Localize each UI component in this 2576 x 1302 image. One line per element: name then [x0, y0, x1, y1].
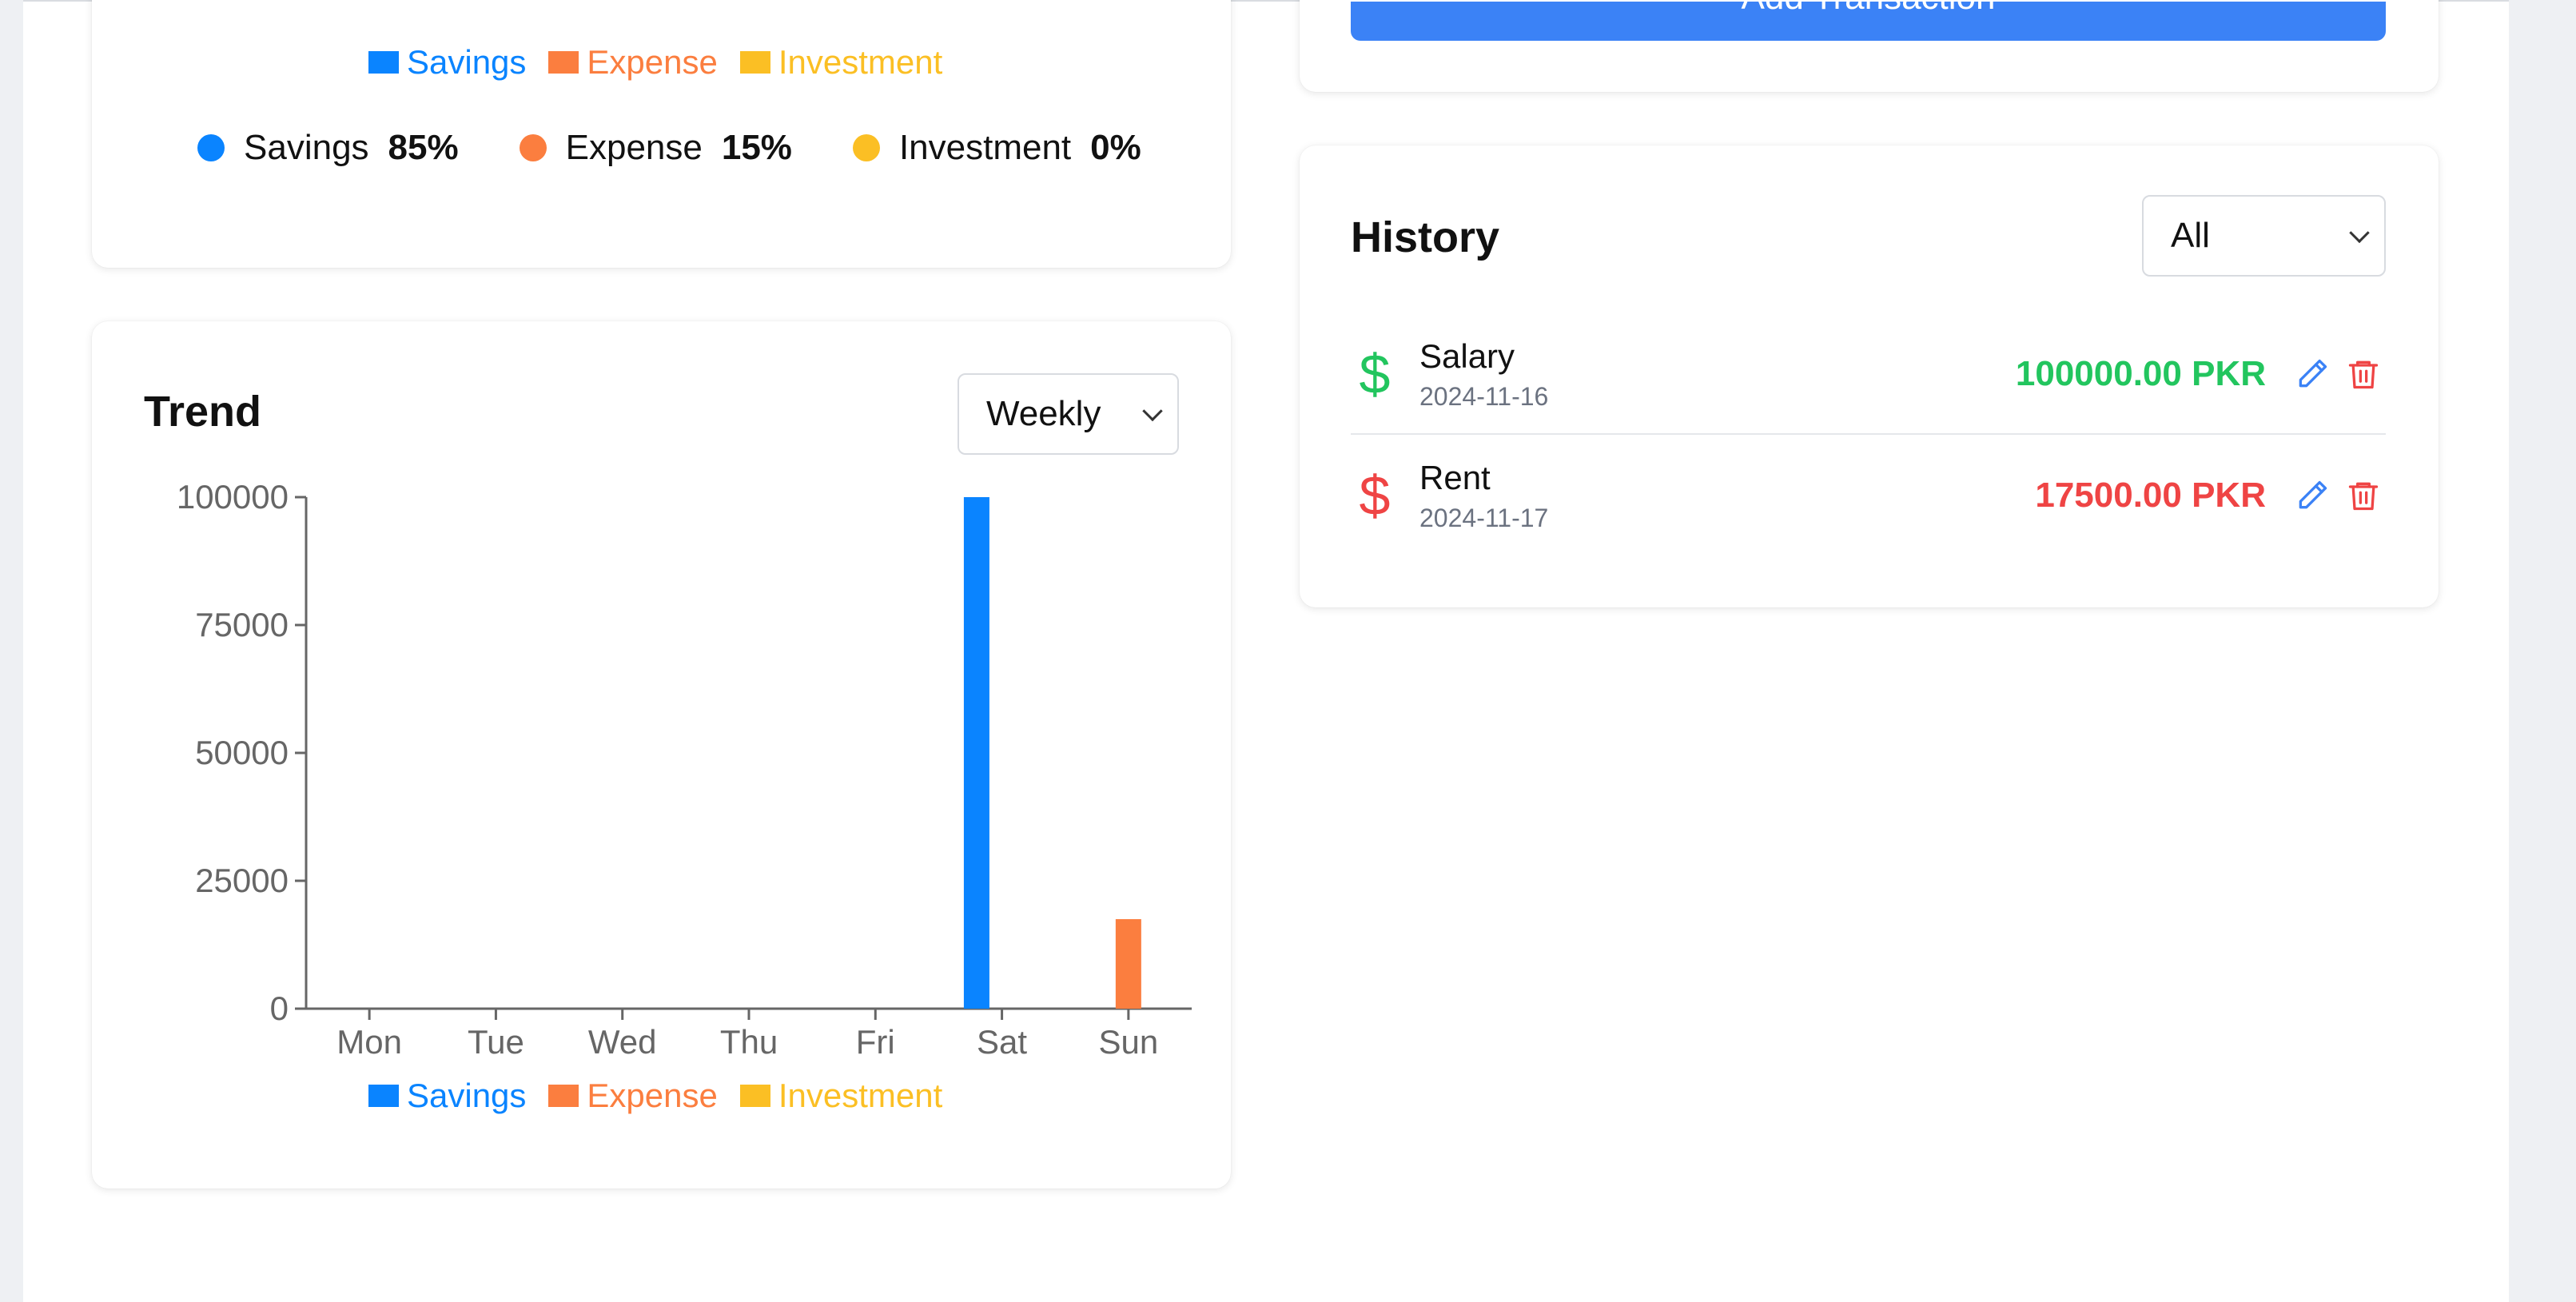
legend-item-savings[interactable]: Savings — [368, 1077, 526, 1115]
history-card: History All $ Salary 2024-11-16 100000.0… — [1300, 145, 2439, 607]
legend-item-savings[interactable]: Savings — [368, 43, 526, 82]
pct-label: Savings — [244, 128, 369, 167]
transaction-amount: 100000.00 PKR — [2015, 354, 2266, 393]
pct-item-expense: Expense 15% — [519, 128, 792, 168]
chevron-down-icon — [2349, 222, 2370, 244]
add-transaction-button[interactable]: Add Transaction — [1351, 2, 2386, 41]
add-transaction-card: Add Transaction — [1300, 0, 2439, 92]
trend-legend: Savings Expense Investment — [368, 1077, 942, 1115]
dollar-icon: $ — [1359, 464, 1391, 527]
legend-label: Expense — [587, 43, 718, 81]
legend-item-investment[interactable]: Investment — [739, 1077, 943, 1115]
legend-swatch-investment — [739, 51, 770, 74]
y-tick-label: 50000 — [195, 734, 289, 771]
investment-dot-icon — [852, 134, 880, 161]
savings-dot-icon — [197, 134, 225, 161]
page: Savings Expense Investment Savings 85% E… — [23, 0, 2509, 1302]
legend-label: Investment — [778, 1077, 943, 1114]
history-title: History — [1351, 213, 1500, 261]
y-tick-label: 25000 — [195, 862, 289, 899]
pct-value: 85% — [388, 128, 459, 167]
bar-savings-sat — [963, 497, 989, 1009]
x-tick-label: Tue — [468, 1023, 524, 1061]
transaction-text: Rent 2024-11-17 — [1419, 459, 1548, 533]
legend-label: Expense — [587, 1077, 718, 1114]
legend-label: Investment — [778, 43, 943, 81]
transaction-text: Salary 2024-11-16 — [1419, 337, 1548, 412]
x-tick-label: Sat — [977, 1023, 1027, 1061]
y-tick-label: 0 — [270, 989, 289, 1027]
legend-label: Savings — [407, 43, 527, 81]
trend-card: Trend Weekly 0 25000 50000 75000 100000 Mon Tu… — [92, 321, 1231, 1189]
y-tick-label: 75000 — [195, 606, 289, 643]
legend-label: Savings — [407, 1077, 527, 1114]
trash-icon[interactable] — [2341, 352, 2386, 396]
legend-item-expense[interactable]: Expense — [548, 1077, 718, 1115]
x-tick-label: Mon — [336, 1023, 402, 1061]
transaction-name: Rent — [1419, 458, 1491, 496]
transaction-date: 2024-11-16 — [1419, 381, 1549, 411]
percentage-summary: Savings 85% Expense 15% Investment 0% — [197, 128, 1202, 168]
x-tick-label: Thu — [720, 1023, 778, 1061]
pct-value: 15% — [721, 128, 792, 167]
legend-swatch-expense — [548, 51, 579, 74]
edit-icon[interactable] — [2290, 352, 2335, 396]
y-tick-label: 100000 — [177, 478, 289, 516]
transaction-actions: 17500.00 PKR — [2035, 473, 2386, 518]
transaction-row[interactable]: $ Rent 2024-11-17 17500.00 PKR — [1351, 435, 2386, 556]
transaction-row[interactable]: $ Salary 2024-11-16 100000.00 PKR — [1351, 313, 2386, 435]
legend-item-expense[interactable]: Expense — [548, 43, 718, 82]
bar-expense-sun — [1115, 919, 1141, 1009]
trend-chart: 0 25000 50000 75000 100000 Mon Tue Wed Thu Fri Sat… — [177, 478, 1192, 1061]
legend-swatch-savings — [368, 1085, 399, 1107]
trash-icon[interactable] — [2341, 473, 2386, 518]
x-tick-label: Sun — [1098, 1023, 1158, 1061]
history-filter-value: All — [2171, 216, 2210, 255]
distribution-legend: Savings Expense Investment — [368, 43, 942, 82]
edit-icon[interactable] — [2290, 473, 2335, 518]
history-filter-select[interactable]: All — [2142, 195, 2386, 277]
legend-item-investment[interactable]: Investment — [739, 43, 943, 82]
legend-swatch-savings — [368, 51, 399, 74]
transaction-date: 2024-11-17 — [1419, 503, 1549, 532]
add-transaction-label: Add Transaction — [1742, 2, 1996, 18]
pct-item-savings: Savings 85% — [197, 128, 459, 168]
pct-label: Expense — [565, 128, 703, 167]
x-tick-label: Wed — [588, 1023, 657, 1061]
pct-value: 0% — [1090, 128, 1141, 167]
x-tick-label: Fri — [856, 1023, 895, 1061]
transaction-name: Salary — [1419, 336, 1515, 375]
expense-dot-icon — [519, 134, 547, 161]
transaction-actions: 100000.00 PKR — [2016, 352, 2386, 396]
transaction-amount: 17500.00 PKR — [2035, 476, 2266, 515]
pct-item-investment: Investment 0% — [852, 128, 1141, 168]
pct-label: Investment — [898, 128, 1072, 167]
legend-swatch-investment — [739, 1085, 770, 1107]
legend-swatch-expense — [548, 1085, 579, 1107]
dollar-icon: $ — [1359, 343, 1391, 405]
distribution-card: Savings Expense Investment Savings 85% E… — [92, 0, 1231, 268]
